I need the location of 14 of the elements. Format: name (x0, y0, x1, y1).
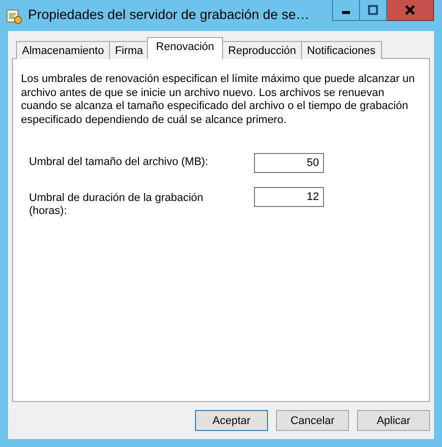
tab[interactable]: Firma (108, 41, 150, 59)
tab[interactable]: Notificaciones (301, 41, 382, 59)
field-label: Umbral de duración de la grabación (horas): (29, 191, 204, 218)
input-field[interactable]: 12 (254, 187, 324, 207)
window-title: Propiedades del servidor de grabación de se… (28, 7, 310, 22)
input-field[interactable]: 50 (254, 153, 324, 173)
tab[interactable]: Renovación (147, 37, 224, 59)
dialog-button[interactable]: Aplicar (357, 410, 430, 431)
tab[interactable]: Almacenamiento (16, 41, 110, 59)
tab[interactable]: Reproducción (222, 41, 302, 59)
dialog-button[interactable]: Cancelar (276, 410, 349, 431)
description-text: Los umbrales de renovación especifican el límite máximo que puede alcanzar un archivo antes de que se inicie un archivo nuevo. Los archivos se renuevan cuando se alcanza el tamaño especificado del archivo o el tiempo de grabación especificado dependiendo de cuál se alcance primero. (21, 73, 416, 127)
field-label: Umbral del tamaño del archivo (MB): (29, 155, 210, 169)
dialog-button[interactable]: Aceptar (195, 410, 268, 431)
